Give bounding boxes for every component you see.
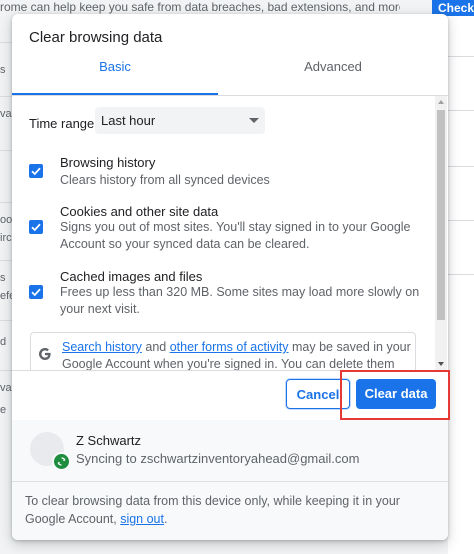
account-sync-status: Syncing to zschwartzinventoryahead@gmail… [76, 451, 360, 466]
time-range-label: Time range [29, 116, 95, 131]
option-title: Cookies and other site data [60, 204, 219, 219]
sync-icon [57, 457, 66, 466]
background-fragment: efe [0, 290, 12, 302]
check-icon [31, 167, 41, 176]
cached-images-checkbox[interactable] [29, 285, 43, 299]
background-banner-text: rome can help keep you safe from data br… [0, 0, 400, 14]
browsing-history-checkbox[interactable] [29, 164, 43, 178]
clear-browsing-data-dialog: Clear browsing data Basic Advanced Time … [12, 14, 448, 540]
sign-out-note-end: . [163, 512, 168, 526]
background-fragment: ircl [0, 232, 12, 244]
background-fragment: s [0, 272, 6, 284]
background-divider [448, 274, 474, 275]
time-range-select[interactable]: Last hour [95, 107, 265, 134]
scroll-down-arrow-icon[interactable] [438, 362, 444, 366]
account-divider [12, 481, 448, 482]
google-activity-notice: Search history and other forms of activi… [30, 332, 416, 370]
google-notice-text: Search history and other forms of activi… [62, 339, 414, 370]
account-section: Z Schwartz Syncing to zschwartzinventory… [12, 420, 448, 540]
cancel-button[interactable]: Cancel [286, 379, 350, 409]
tab-advanced[interactable]: Advanced [218, 54, 448, 94]
background-right-column [448, 16, 474, 554]
sign-out-note: To clear browsing data from this device … [25, 492, 435, 528]
background-divider [448, 56, 474, 57]
option-title: Browsing history [60, 155, 156, 170]
scrollbar-thumb[interactable] [437, 110, 445, 320]
background-fragment: e [0, 404, 7, 416]
footer-divider [12, 370, 448, 371]
clear-data-button[interactable]: Clear data [356, 379, 436, 409]
background-fragment: d [0, 336, 7, 348]
options-scrollbar[interactable] [435, 96, 447, 370]
background-divider [448, 220, 474, 221]
sign-out-link[interactable]: sign out [120, 512, 164, 526]
sign-out-note-text: To clear browsing data from this device … [25, 494, 400, 526]
background-divider [0, 320, 12, 321]
background-divider [0, 370, 12, 371]
background-divider [0, 96, 12, 97]
search-history-link[interactable]: Search history [62, 340, 142, 354]
other-activity-link[interactable]: other forms of activity [170, 340, 289, 354]
option-title: Cached images and files [60, 269, 203, 284]
tab-basic[interactable]: Basic [12, 54, 218, 94]
check-icon [31, 288, 41, 297]
background-divider [448, 166, 474, 167]
background-divider [0, 202, 12, 203]
check-icon [31, 223, 41, 232]
option-description: Clears history from all synced devices [60, 173, 270, 187]
background-divider [0, 260, 12, 261]
scroll-up-arrow-icon[interactable] [438, 100, 444, 104]
tab-bar: Basic Advanced [12, 54, 448, 96]
notice-text-part: and [141, 340, 170, 354]
time-range-value: Last hour [101, 113, 156, 128]
background-divider [448, 110, 474, 111]
background-divider [0, 150, 12, 151]
account-name: Z Schwartz [76, 433, 142, 448]
background-fragment: ook [0, 214, 12, 226]
cookies-checkbox[interactable] [29, 220, 43, 234]
option-description: Frees up less than 320 MB. Some sites ma… [60, 285, 420, 316]
sync-badge [52, 452, 71, 471]
dialog-title: Clear browsing data [29, 29, 163, 46]
options-scroll-area[interactable]: Time range Last hour Browsing history Cl… [12, 96, 448, 370]
google-g-icon [39, 348, 51, 360]
background-fragment: s [0, 64, 6, 76]
option-description: Signs you out of most sites. You'll stay… [60, 220, 411, 251]
chevron-down-icon [249, 118, 259, 123]
background-divider [0, 42, 12, 43]
background-fragment: va [0, 108, 12, 120]
background-fragment: va [0, 382, 12, 394]
